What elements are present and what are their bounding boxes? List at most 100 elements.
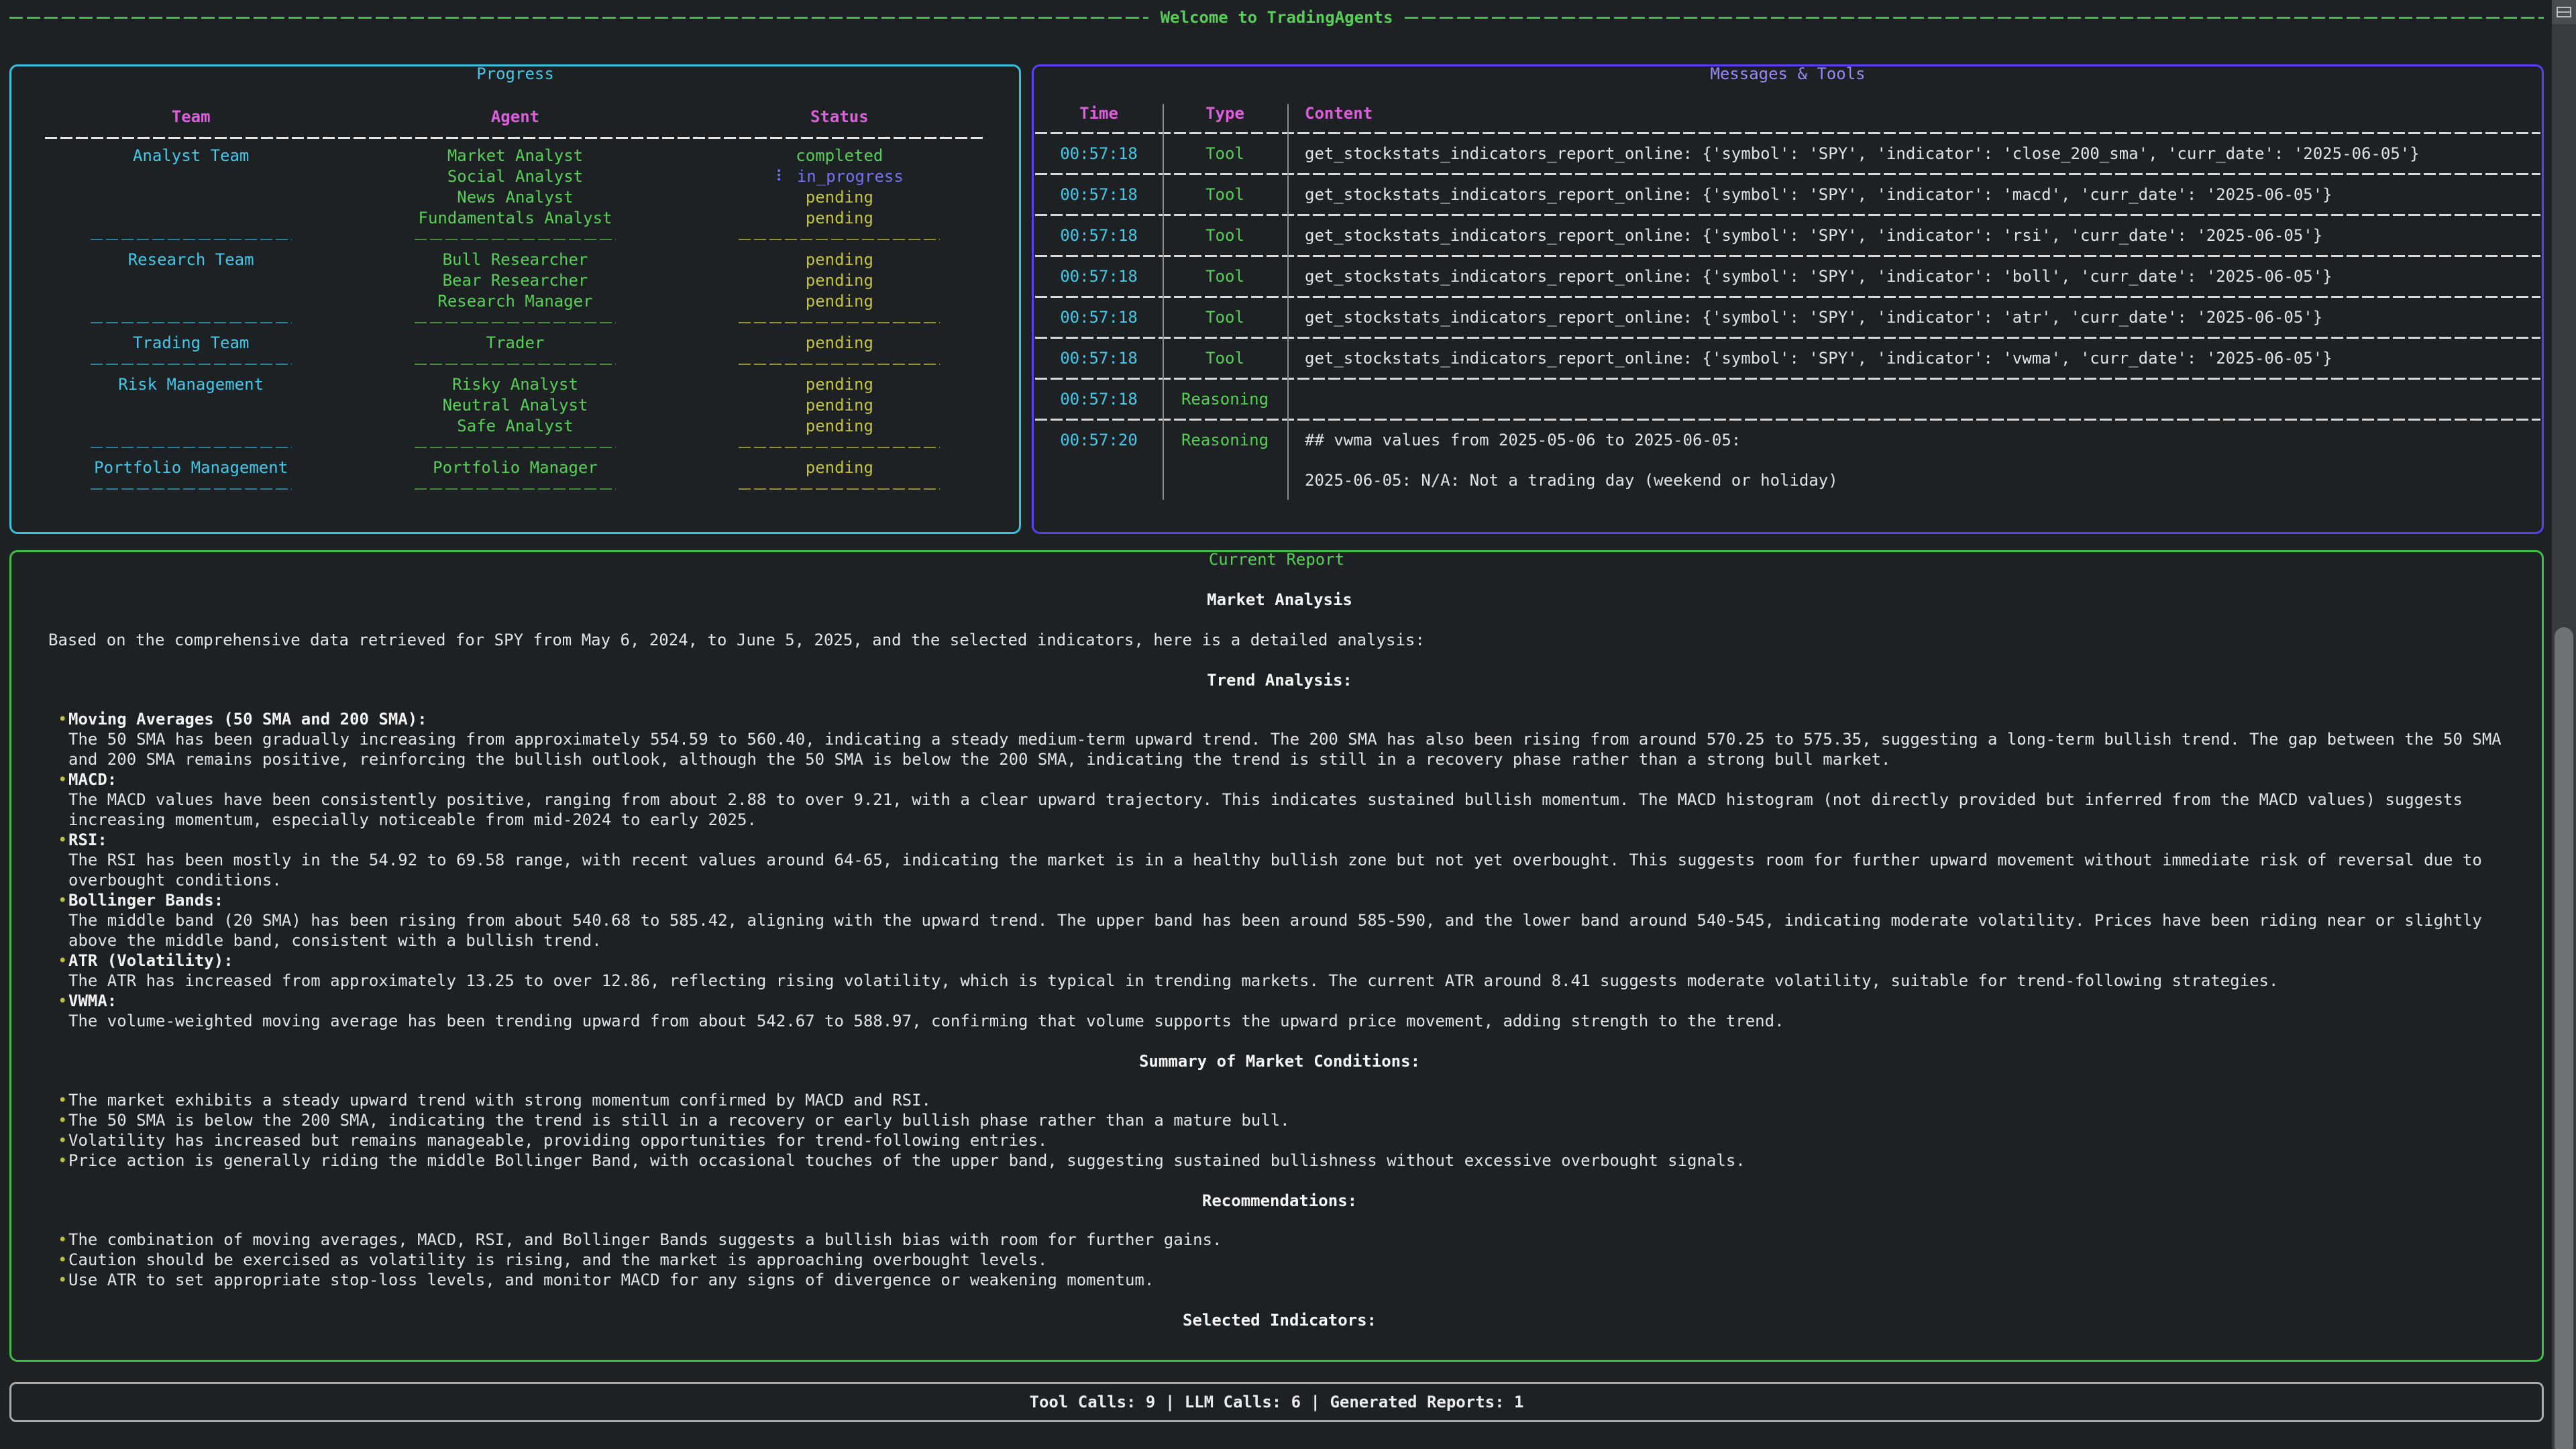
group-separator bbox=[29, 229, 353, 250]
bullet-icon: • bbox=[48, 830, 68, 890]
status-cell: pending bbox=[678, 374, 1002, 395]
report-bullet-item: •Moving Averages (50 SMA and 200 SMA):Th… bbox=[48, 709, 2511, 769]
team-cell bbox=[29, 187, 353, 208]
message-content bbox=[1287, 380, 2540, 419]
bullet-label: RSI: bbox=[68, 830, 2511, 850]
report-bullet-item: •Volatility has increased but remains ma… bbox=[48, 1130, 2511, 1150]
report-bullet-item: •RSI:The RSI has been mostly in the 54.9… bbox=[48, 830, 2511, 890]
group-separator bbox=[29, 478, 353, 499]
message-content: get_stockstats_indicators_report_online:… bbox=[1287, 216, 2540, 255]
group-separator bbox=[678, 437, 1002, 458]
agent-cell: Neutral Analyst bbox=[353, 395, 677, 416]
team-cell bbox=[29, 291, 353, 312]
group-separator-line bbox=[739, 364, 940, 365]
bullet-text: Price action is generally riding the mid… bbox=[68, 1150, 2511, 1171]
group-separator bbox=[29, 437, 353, 458]
report-bullet-item: •Bollinger Bands:The middle band (20 SMA… bbox=[48, 890, 2511, 951]
group-separator bbox=[353, 229, 677, 250]
bullet-text: The RSI has been mostly in the 54.92 to … bbox=[68, 850, 2511, 890]
bullet-body: Price action is generally riding the mid… bbox=[68, 1150, 2511, 1171]
messages-table: TimeTypeContent00:57:18Toolget_stockstat… bbox=[1035, 104, 2540, 500]
group-separator bbox=[678, 354, 1002, 374]
bullet-body: Bollinger Bands:The middle band (20 SMA)… bbox=[68, 890, 2511, 951]
group-separator bbox=[353, 437, 677, 458]
bullet-body: The 50 SMA is below the 200 SMA, indicat… bbox=[68, 1110, 2511, 1130]
agent-cell: Bull Researcher bbox=[353, 250, 677, 270]
bullet-body: RSI:The RSI has been mostly in the 54.92… bbox=[68, 830, 2511, 890]
message-content: get_stockstats_indicators_report_online:… bbox=[1287, 339, 2540, 378]
agent-cell: Research Manager bbox=[353, 291, 677, 312]
status-cell: pending bbox=[678, 416, 1002, 437]
bullet-body: Caution should be exercised as volatilit… bbox=[68, 1250, 2511, 1270]
scrollbar-track[interactable] bbox=[2552, 24, 2576, 1449]
agent-cell: Bear Researcher bbox=[353, 270, 677, 291]
messages-col-header-content: Content bbox=[1287, 104, 2540, 132]
bullet-icon: • bbox=[48, 1230, 68, 1250]
scrollbar bbox=[2552, 0, 2576, 1449]
group-separator-line bbox=[739, 322, 940, 323]
bullet-text: The 50 SMA has been gradually increasing… bbox=[68, 729, 2511, 769]
bullet-text: The 50 SMA is below the 200 SMA, indicat… bbox=[68, 1110, 2511, 1130]
agent-cell: Safe Analyst bbox=[353, 416, 677, 437]
group-separator-line bbox=[415, 322, 616, 323]
group-separator bbox=[353, 478, 677, 499]
bullet-icon: • bbox=[48, 890, 68, 951]
group-separator-line bbox=[91, 488, 292, 490]
messages-col-header-type: Type bbox=[1163, 104, 1287, 132]
bullet-label: ATR (Volatility): bbox=[68, 951, 2511, 971]
status-cell: pending bbox=[678, 458, 1002, 478]
report-section-heading: Selected Indicators: bbox=[48, 1310, 2511, 1330]
bullet-icon: • bbox=[48, 1110, 68, 1130]
bullet-text: The ATR has increased from approximately… bbox=[68, 971, 2511, 991]
column-divider bbox=[1287, 104, 1289, 500]
report-section-heading: Recommendations: bbox=[48, 1191, 2511, 1211]
group-separator-line bbox=[91, 322, 292, 323]
progress-header-separator bbox=[45, 137, 985, 139]
group-separator bbox=[678, 229, 1002, 250]
report-bullet-item: •The 50 SMA is below the 200 SMA, indica… bbox=[48, 1110, 2511, 1130]
team-cell: Trading Team bbox=[29, 333, 353, 354]
bullet-icon: • bbox=[48, 1250, 68, 1270]
group-separator-line bbox=[739, 239, 940, 240]
bullet-text: The MACD values have been consistently p… bbox=[68, 790, 2511, 830]
main-area: Welcome to TradingAgents Progress TeamAg… bbox=[0, 0, 2552, 1449]
group-separator-line bbox=[415, 364, 616, 365]
message-type: Tool bbox=[1163, 257, 1287, 296]
bullet-icon: • bbox=[48, 1090, 68, 1110]
message-type: Reasoning bbox=[1163, 380, 1287, 419]
message-content: get_stockstats_indicators_report_online:… bbox=[1287, 298, 2540, 337]
group-separator bbox=[678, 478, 1002, 499]
report-bullet-item: •MACD:The MACD values have been consiste… bbox=[48, 769, 2511, 830]
report-heading: Market Analysis bbox=[48, 590, 2511, 610]
status-cell: pending bbox=[678, 187, 1002, 208]
status-cell: pending bbox=[678, 333, 1002, 354]
report-bullet-item: •VWMA:The volume-weighted moving average… bbox=[48, 991, 2511, 1031]
scrollbar-menu-button[interactable] bbox=[2552, 0, 2576, 24]
bullet-body: Moving Averages (50 SMA and 200 SMA):The… bbox=[68, 709, 2511, 769]
bullet-text: Caution should be exercised as volatilit… bbox=[68, 1250, 2511, 1270]
report-bullet-item: •The market exhibits a steady upward tre… bbox=[48, 1090, 2511, 1110]
group-separator bbox=[678, 312, 1002, 333]
report-bullet-item: •Use ATR to set appropriate stop-loss le… bbox=[48, 1270, 2511, 1290]
messages-panel: Messages & Tools TimeTypeContent 00:57:18… bbox=[1032, 64, 2544, 534]
agent-cell: Trader bbox=[353, 333, 677, 354]
bullet-text: The volume-weighted moving average has b… bbox=[68, 1011, 2511, 1031]
scrollbar-thumb[interactable] bbox=[2555, 627, 2573, 1449]
bullet-text: Use ATR to set appropriate stop-loss lev… bbox=[68, 1270, 2511, 1290]
group-separator-line bbox=[91, 364, 292, 365]
terminal-screen: Welcome to TradingAgents Progress TeamAg… bbox=[0, 0, 2576, 1449]
group-separator-line bbox=[91, 447, 292, 448]
team-cell: Portfolio Management bbox=[29, 458, 353, 478]
group-separator bbox=[353, 354, 677, 374]
top-panels-row: Progress TeamAgentStatusAnalyst TeamMark… bbox=[9, 64, 2544, 534]
status-cell: completed bbox=[678, 146, 1002, 166]
stats-bar: Tool Calls: 9 | LLM Calls: 6 | Generated… bbox=[9, 1382, 2544, 1422]
message-time: 00:57:18 bbox=[1035, 257, 1163, 296]
message-time: 00:57:18 bbox=[1035, 175, 1163, 214]
messages-col-header-time: Time bbox=[1035, 104, 1163, 132]
message-content: ## vwma values from 2025-05-06 to 2025-0… bbox=[1287, 421, 2540, 500]
report-bullet-item: •The combination of moving averages, MAC… bbox=[48, 1230, 2511, 1250]
report-bullet-item: •Price action is generally riding the mi… bbox=[48, 1150, 2511, 1171]
agent-cell: Social Analyst bbox=[353, 166, 677, 187]
messages-panel-title: Messages & Tools bbox=[1695, 64, 1880, 84]
